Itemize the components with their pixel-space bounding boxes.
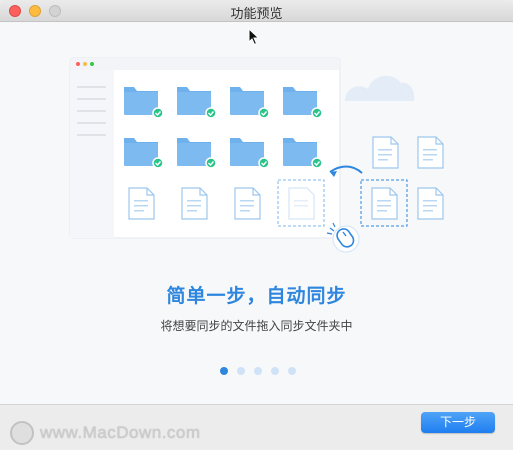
watermark: www.MacDown.com	[10, 421, 201, 445]
cursor-icon	[248, 28, 260, 46]
selected-document	[360, 179, 408, 227]
page-dot-2[interactable]	[237, 367, 245, 375]
folder-icon	[230, 138, 270, 169]
check-icon	[311, 157, 323, 169]
document-icon	[417, 187, 444, 220]
window-title: 功能预览	[230, 7, 283, 22]
check-icon	[311, 107, 323, 119]
next-step-button[interactable]: 下一步	[421, 412, 495, 433]
folder-icon	[177, 138, 217, 169]
slide-description: 将想要同步的文件拖入同步文件夹中	[160, 319, 353, 333]
page-indicator	[220, 367, 296, 377]
document-icon	[181, 187, 208, 220]
page-dot-1[interactable]	[220, 367, 228, 375]
watermark-text: www.MacDown.com	[40, 423, 201, 442]
title-bar: 功能预览	[0, 0, 513, 22]
folder-icon	[124, 87, 164, 119]
document-icon	[417, 136, 444, 169]
check-icon	[205, 157, 217, 169]
sync-illustration	[69, 57, 444, 253]
document-icon	[128, 187, 155, 220]
folder-icon	[230, 87, 270, 119]
page-dot-5[interactable]	[288, 367, 296, 375]
check-icon	[258, 157, 270, 169]
document-icon	[234, 187, 261, 220]
folder-icon	[124, 138, 164, 169]
folder-icon	[283, 138, 323, 169]
preview-content: 简单一步，自动同步 将想要同步的文件拖入同步文件夹中	[0, 23, 513, 404]
app-window: 功能预览 简单一步，自动同步 将想要同步的文件拖入同步文件夹中 www.MacD…	[0, 0, 513, 450]
check-icon	[258, 107, 270, 119]
slide-heading: 简单一步，自动同步	[166, 285, 347, 307]
check-icon	[152, 107, 164, 119]
check-icon	[205, 107, 217, 119]
page-dot-4[interactable]	[271, 367, 279, 375]
cloud-icon	[345, 75, 415, 101]
page-dot-3[interactable]	[254, 367, 262, 375]
document-icon	[372, 136, 399, 169]
check-icon	[152, 157, 164, 169]
footer-bar: www.MacDown.com 下一步	[0, 404, 513, 450]
folder-icon	[283, 87, 323, 119]
folder-icon	[177, 87, 217, 119]
watermark-logo-icon	[10, 421, 34, 445]
